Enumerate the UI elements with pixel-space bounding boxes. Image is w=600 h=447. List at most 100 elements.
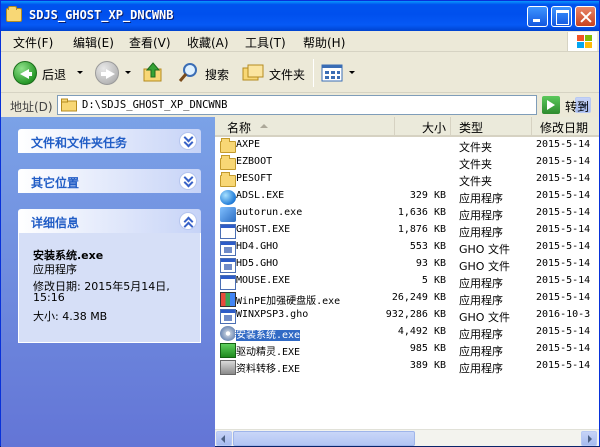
other-places-header[interactable]: 其它位置 [18, 169, 201, 193]
file-name: WINXPSP3.gho [236, 309, 309, 320]
file-type: 应用程序 [459, 328, 503, 341]
details-modified-time: 15:16 [33, 291, 65, 304]
file-row[interactable]: 资料转移.EXE 389 KB 应用程序 2015-5-14 [215, 359, 599, 376]
back-button-label[interactable]: 后退 [42, 66, 66, 83]
folder-up-icon[interactable] [143, 62, 163, 82]
menu-edit[interactable]: 编辑(E) [73, 34, 114, 51]
address-path: D:\SDJS_GHOST_XP_DNCWNB [82, 99, 228, 111]
file-row[interactable]: MOUSE.EXE 5 KB 应用程序 2015-5-14 [215, 274, 599, 291]
file-size: 1,636 KB [397, 207, 446, 218]
expand-chevron-icon[interactable] [179, 132, 197, 150]
winpe-icon [220, 292, 236, 307]
folders-icon[interactable] [242, 64, 264, 82]
file-row[interactable]: AXPE 文件夹 2015-5-14 [215, 138, 599, 155]
address-field[interactable]: D:\SDJS_GHOST_XP_DNCWNB [57, 95, 591, 115]
menu-file[interactable]: 文件(F) [13, 34, 53, 51]
file-size: 26,249 KB [391, 292, 446, 303]
file-date: 2015-5-14 [536, 190, 591, 201]
column-header: 名称 大小 类型 修改日期 [215, 117, 599, 137]
file-tasks-panel[interactable]: 文件和文件夹任务 [18, 129, 201, 153]
file-row[interactable]: 驱动精灵.EXE 985 KB 应用程序 2015-5-14 [215, 342, 599, 359]
file-row[interactable]: ADSL.EXE 329 KB 应用程序 2015-5-14 [215, 189, 599, 206]
go-arrow-icon[interactable] [542, 96, 560, 114]
menu-bar: 文件(F) 编辑(E) 查看(V) 收藏(A) 工具(T) 帮助(H) [1, 31, 599, 52]
title-bar[interactable]: SDJS_GHOST_XP_DNCWNB [1, 1, 599, 31]
file-date: 2015-5-14 [536, 241, 591, 252]
type-column-header[interactable]: 类型 [451, 117, 532, 135]
file-row[interactable]: EZBOOT 文件夹 2015-5-14 [215, 155, 599, 172]
date-column-label: 修改日期 [540, 121, 589, 135]
other-places-title: 其它位置 [31, 176, 80, 190]
file-name: HD5.GHO [236, 258, 279, 269]
file-tasks-header[interactable]: 文件和文件夹任务 [18, 129, 201, 153]
other-places-panel[interactable]: 其它位置 [18, 169, 201, 193]
file-row[interactable]: WinPE加强硬盘版.exe 26,249 KB 应用程序 2015-5-14 [215, 291, 599, 308]
views-dropdown-icon[interactable] [349, 71, 355, 74]
horizontal-scrollbar[interactable] [215, 429, 599, 446]
scroll-right-icon[interactable] [581, 431, 597, 446]
file-row[interactable]: PESOFT 文件夹 2015-5-14 [215, 172, 599, 189]
globe-icon [220, 190, 236, 205]
search-icon[interactable] [177, 62, 199, 84]
file-size: 932,286 KB [385, 309, 446, 320]
menu-favorites[interactable]: 收藏(A) [187, 34, 229, 51]
scrollbar-thumb[interactable] [233, 431, 415, 446]
scroll-left-icon[interactable] [216, 431, 232, 446]
file-date: 2015-5-14 [536, 207, 591, 218]
file-row[interactable]: WINXPSP3.gho 932,286 KB GHO 文件 2016-10-3 [215, 308, 599, 325]
file-size: 553 KB [409, 241, 446, 252]
go-button-label[interactable]: 转到 [565, 98, 589, 115]
menu-tools[interactable]: 工具(T) [245, 34, 286, 51]
folder-icon [61, 98, 77, 112]
maximize-button[interactable] [551, 6, 572, 27]
file-size: 93 KB [415, 258, 446, 269]
explorer-window: SDJS_GHOST_XP_DNCWNB 文件(F) 编辑(E) 查看(V) 收… [0, 0, 600, 447]
file-row[interactable]: HD4.GHO 553 KB GHO 文件 2015-5-14 [215, 240, 599, 257]
file-row[interactable]: HD5.GHO 93 KB GHO 文件 2015-5-14 [215, 257, 599, 274]
search-button-label[interactable]: 搜索 [205, 66, 229, 83]
expand-chevron-icon[interactable] [179, 172, 197, 190]
windows-logo-icon [567, 32, 597, 51]
back-arrow-icon[interactable] [13, 61, 37, 85]
size-column-header[interactable]: 大小 [395, 117, 451, 135]
file-row[interactable]: GHOST.EXE 1,876 KB 应用程序 2015-5-14 [215, 223, 599, 240]
file-type: 应用程序 [459, 294, 503, 307]
file-name: GHOST.EXE [236, 224, 291, 235]
gho-file-icon [220, 241, 236, 256]
file-type: GHO 文件 [459, 311, 510, 324]
folder-icon [220, 155, 236, 170]
folder-icon [220, 172, 236, 187]
minimize-button[interactable] [527, 6, 548, 27]
file-tasks-title: 文件和文件夹任务 [31, 136, 128, 150]
file-date: 2015-5-14 [536, 224, 591, 235]
file-date: 2015-5-14 [536, 275, 591, 286]
forward-dropdown-icon[interactable] [125, 71, 131, 74]
close-button[interactable] [575, 6, 596, 27]
forward-arrow-icon[interactable] [95, 61, 119, 85]
file-date: 2015-5-14 [536, 173, 591, 184]
file-date: 2015-5-14 [536, 258, 591, 269]
gear-icon [220, 207, 236, 222]
file-name: WinPE加强硬盘版.exe [236, 296, 341, 307]
collapse-chevron-icon[interactable] [179, 212, 197, 230]
file-row[interactable]: 安装系统.exe 4,492 KB 应用程序 2015-5-14 [215, 325, 599, 342]
file-type: 应用程序 [459, 192, 503, 205]
file-name: EZBOOT [236, 156, 273, 167]
size-column-label: 大小 [421, 121, 446, 135]
views-icon[interactable] [321, 64, 345, 82]
folders-button-label[interactable]: 文件夹 [269, 66, 305, 83]
file-name: autorun.exe [236, 207, 303, 218]
file-type: 应用程序 [459, 277, 503, 290]
menu-help[interactable]: 帮助(H) [303, 34, 345, 51]
menu-view[interactable]: 查看(V) [129, 34, 171, 51]
back-dropdown-icon[interactable] [77, 71, 83, 74]
date-column-header[interactable]: 修改日期 [532, 117, 599, 135]
file-size: 1,876 KB [397, 224, 446, 235]
details-header[interactable]: 详细信息 [18, 209, 201, 233]
file-name: ADSL.EXE [236, 190, 285, 201]
file-date: 2015-5-14 [536, 326, 591, 337]
file-row[interactable]: autorun.exe 1,636 KB 应用程序 2015-5-14 [215, 206, 599, 223]
window-title: SDJS_GHOST_XP_DNCWNB [29, 8, 174, 22]
name-column-header[interactable]: 名称 [215, 117, 395, 135]
file-size: 985 KB [409, 343, 446, 354]
